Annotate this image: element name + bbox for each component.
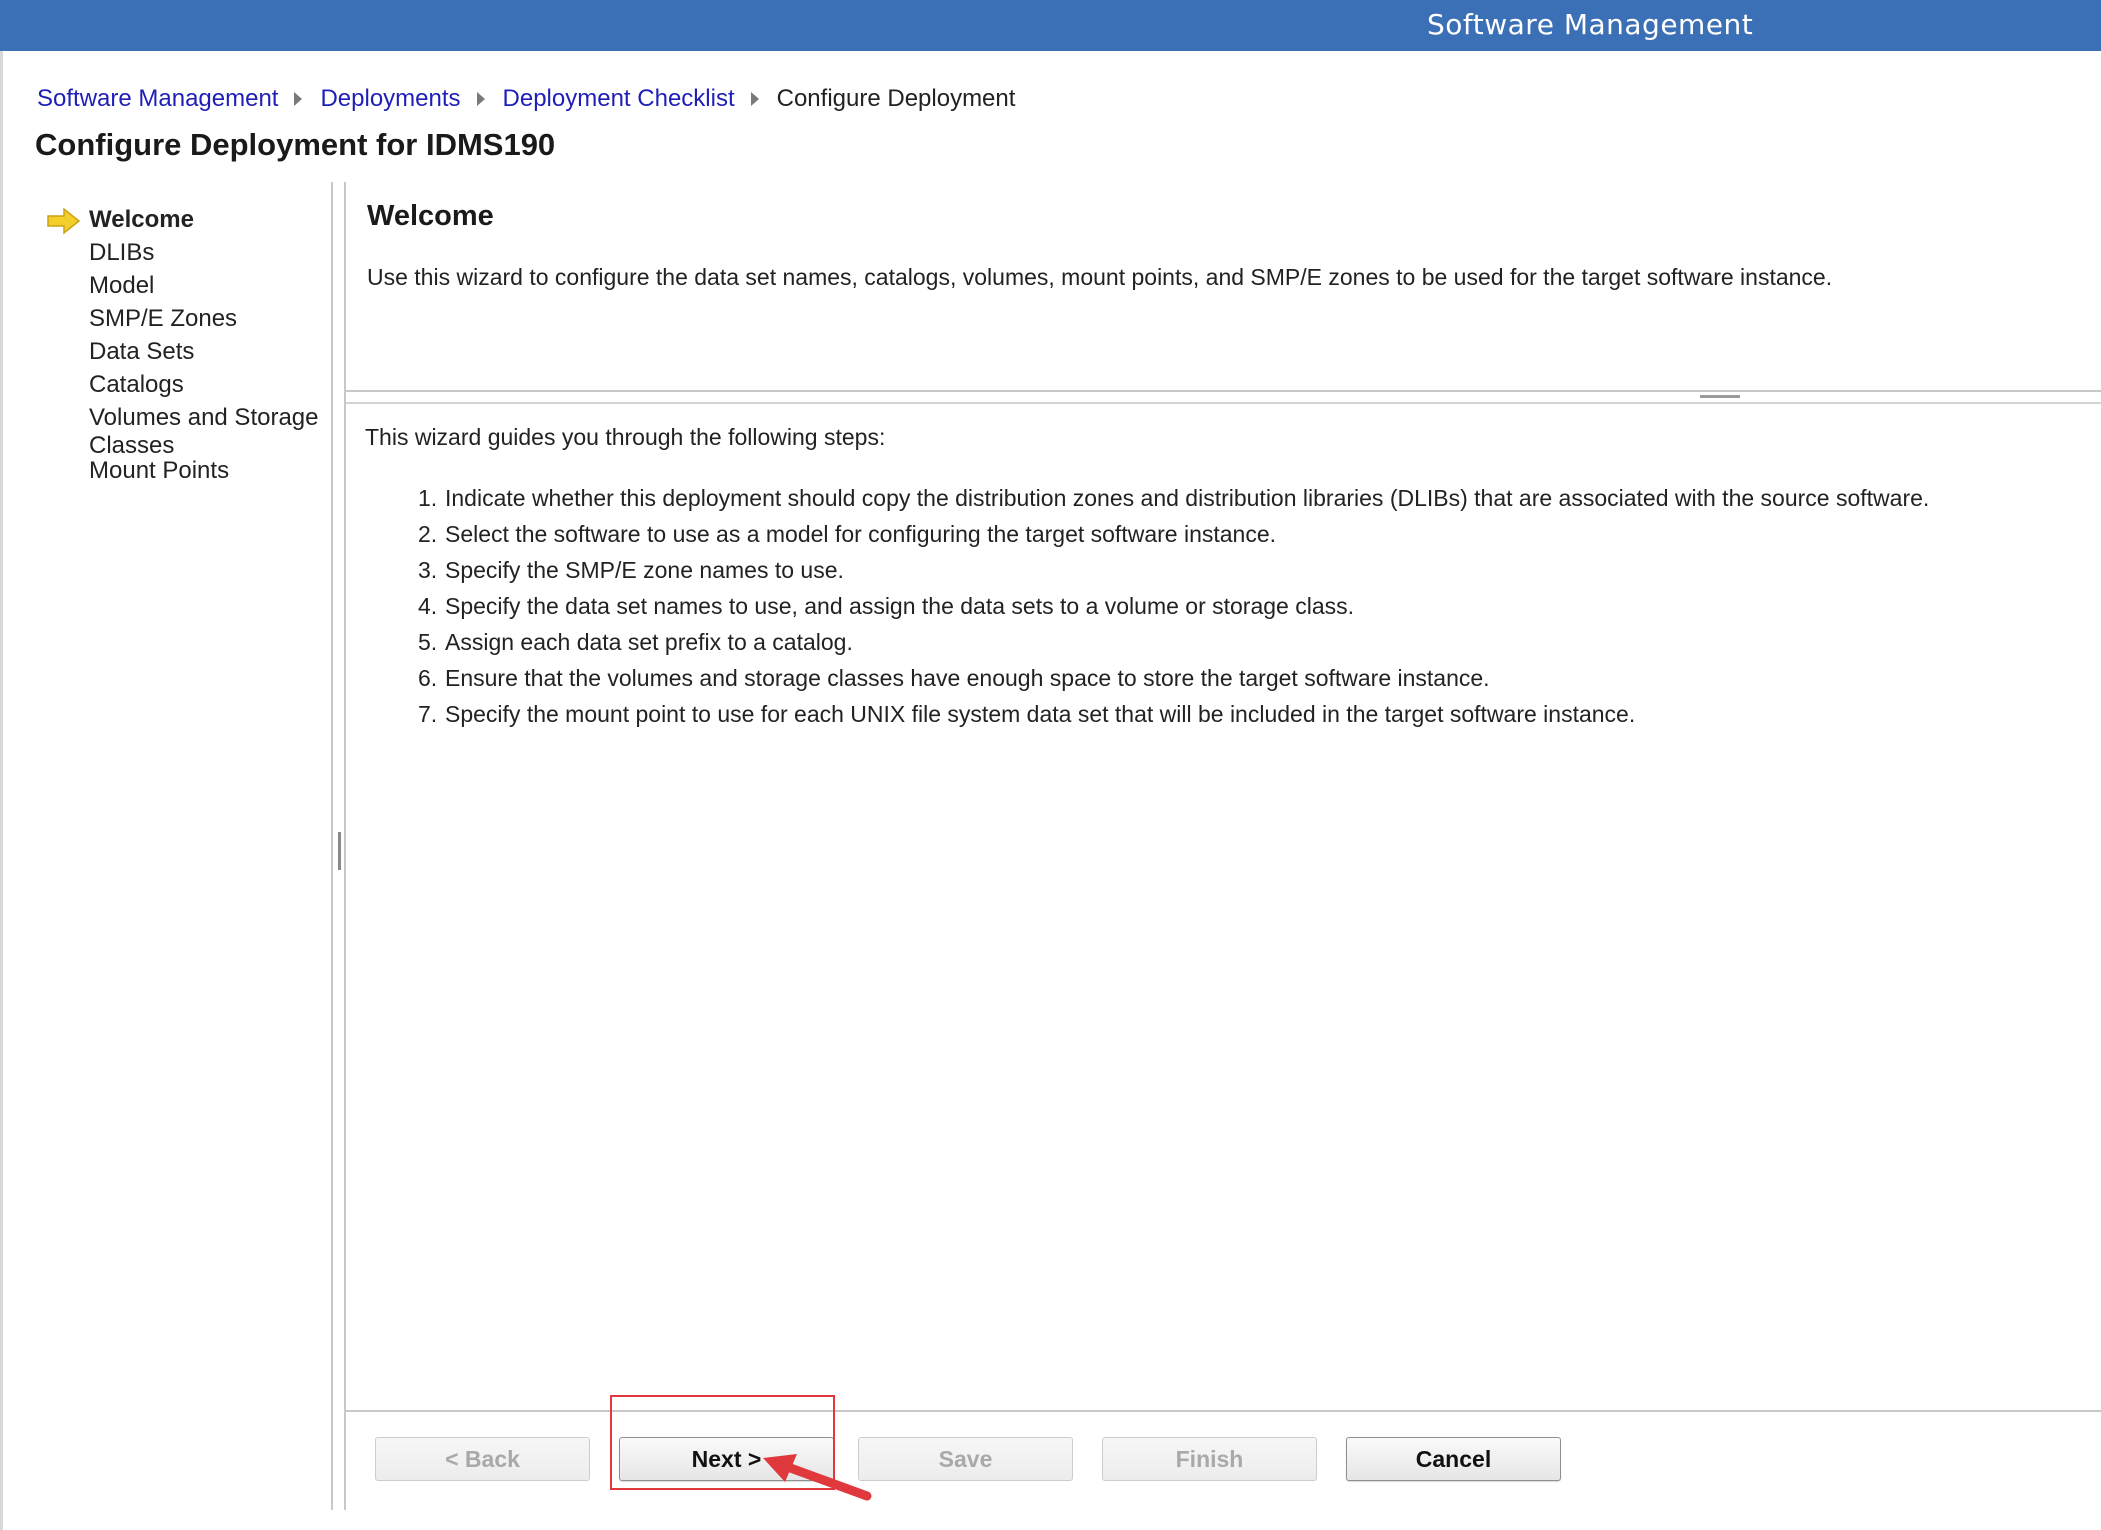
nav-item-mount-points[interactable]: Mount Points: [89, 457, 329, 485]
breadcrumb-deployment-checklist[interactable]: Deployment Checklist: [503, 85, 735, 113]
app-header: Software Management: [0, 0, 2101, 51]
list-item: 7. Specify the mount point to use for eac…: [418, 701, 1636, 727]
left-border: [0, 51, 3, 1530]
step-text: Specify the SMP/E zone names to use.: [445, 557, 844, 583]
list-item: 5. Assign each data set prefix to a catal…: [418, 629, 853, 655]
step-text: Ensure that the volumes and storage clas…: [445, 665, 1490, 691]
list-item: 4. Specify the data set names to use, and…: [418, 593, 1355, 619]
nav-item-dlibs[interactable]: DLIBs: [89, 239, 329, 267]
page-title: Configure Deployment for IDMS190: [35, 127, 556, 162]
back-button[interactable]: < Back: [375, 1437, 590, 1481]
breadcrumb: Software Management Deployments Deployme…: [37, 84, 1015, 114]
nav-item-volumes-storage-classes[interactable]: Volumes and Storage Classes: [89, 404, 329, 460]
step-text: Specify the mount point to use for each …: [445, 701, 1636, 727]
breadcrumb-separator-icon: [750, 92, 759, 106]
cancel-button[interactable]: Cancel: [1346, 1437, 1561, 1481]
nav-item-smpe-zones[interactable]: SMP/E Zones: [89, 305, 329, 333]
list-item: 6. Ensure that the volumes and storage cl…: [418, 665, 1490, 691]
content-splitter[interactable]: [346, 390, 2101, 392]
finish-button[interactable]: Finish: [1102, 1437, 1317, 1481]
steps-list: 1. Indicate whether this deployment shoul…: [418, 480, 1929, 732]
nav-item-data-sets[interactable]: Data Sets: [89, 338, 329, 366]
step-text: Indicate whether this deployment should …: [445, 485, 1930, 511]
breadcrumb-separator-icon: [476, 92, 485, 106]
button-bar-divider: [346, 1410, 2101, 1412]
app-title: Software Management: [1427, 8, 1754, 41]
current-step-arrow-icon: [47, 207, 81, 235]
splitter-grip-icon[interactable]: [338, 832, 341, 870]
save-button[interactable]: Save: [858, 1437, 1073, 1481]
step-text: Assign each data set prefix to a catalog…: [445, 629, 853, 655]
welcome-heading: Welcome: [367, 200, 494, 232]
nav-item-catalogs[interactable]: Catalogs: [89, 371, 329, 399]
list-item: 1. Indicate whether this deployment shoul…: [418, 485, 1930, 511]
nav-item-model[interactable]: Model: [89, 272, 329, 300]
nav-item-welcome[interactable]: Welcome: [89, 206, 329, 234]
welcome-description: Use this wizard to configure the data se…: [367, 264, 1833, 290]
step-text: Specify the data set names to use, and a…: [445, 593, 1355, 619]
breadcrumb-separator-icon: [294, 92, 303, 106]
breadcrumb-software-management[interactable]: Software Management: [37, 85, 278, 113]
nav-pane-splitter[interactable]: [344, 182, 346, 1510]
breadcrumb-deployments[interactable]: Deployments: [320, 85, 460, 113]
next-button[interactable]: Next >: [619, 1437, 834, 1481]
nav-pane-border: [331, 182, 333, 1510]
list-item: 2. Select the software to use as a model …: [418, 521, 1277, 547]
steps-intro: This wizard guides you through the follo…: [365, 424, 886, 450]
content-divider: [346, 402, 2101, 404]
splitter-grip-icon[interactable]: [1700, 395, 1740, 398]
list-item: 3. Specify the SMP/E zone names to use.: [418, 557, 844, 583]
step-text: Select the software to use as a model fo…: [445, 521, 1277, 547]
breadcrumb-current: Configure Deployment: [776, 85, 1016, 112]
